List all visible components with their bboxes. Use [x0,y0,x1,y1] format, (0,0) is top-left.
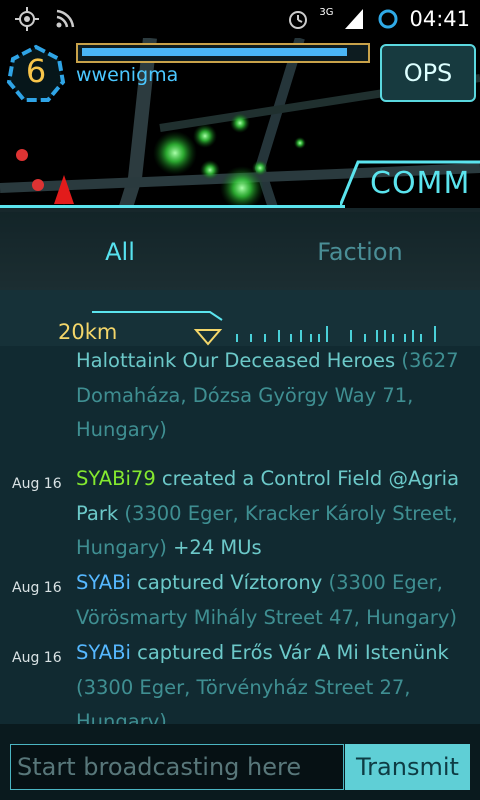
range-slider[interactable]: 20km [0,290,480,346]
message-text: SYABi captured Víztorony (3300 Eger, Vör… [76,571,458,629]
range-label: 20km [58,320,118,344]
ops-button-label: OPS [403,59,453,87]
xp-progress-fill [82,48,347,56]
status-bar: 3G 04:41 [0,0,480,38]
wifi-icon [52,6,78,32]
tab-all[interactable]: All [80,238,160,266]
clock: 04:41 [409,7,470,31]
transmit-button-label: Transmit [356,753,459,781]
agent-name[interactable]: wwenigma [76,64,178,86]
ops-button[interactable]: OPS [380,44,476,102]
message-text: SYABi79 created a Control Field @Agria P… [76,467,460,559]
comm-button[interactable]: COMM [370,166,470,201]
comm-tabs: All Faction [0,212,480,290]
player-name[interactable]: SYABi [76,641,131,664]
message-date: Aug 16 [12,580,62,596]
player-name[interactable]: SYABi79 [76,467,156,490]
broadcast-bar: Start broadcasting here Transmit [0,724,480,800]
signal-icon [341,6,367,32]
battery-ring-icon [375,6,401,32]
alarm-icon [285,6,311,32]
tab-faction[interactable]: Faction [300,238,420,266]
level-badge[interactable]: 6 [6,44,66,104]
message-text: Halottaink Our Deceased Heroes (3627 Dom… [76,349,459,441]
message-date: Aug 16 [12,650,62,666]
network-type: 3G [319,6,334,18]
player-name[interactable]: SYABi [76,571,131,594]
agent-level: 6 [25,52,47,90]
comm-feed[interactable]: Halottaink Our Deceased Heroes (3627 Dom… [0,346,480,724]
transmit-button[interactable]: Transmit [345,744,470,790]
xp-progress-bar [76,43,370,63]
broadcast-input[interactable]: Start broadcasting here [10,744,344,790]
message-text: SYABi captured Erős Vár A Mi Istenünk (3… [76,641,449,724]
range-handle-icon [193,329,223,346]
message-date: Aug 16 [12,476,62,492]
comm-divider [0,205,345,208]
gps-icon [14,6,40,32]
